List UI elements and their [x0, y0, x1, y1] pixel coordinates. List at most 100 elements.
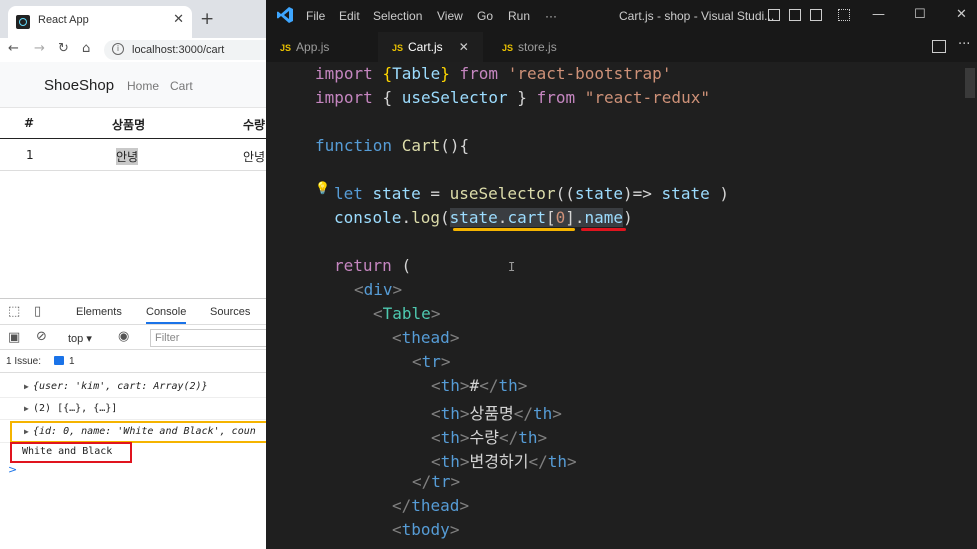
issues-label: 1 Issue:	[6, 356, 42, 367]
tab-store-js[interactable]: JS store.js	[488, 32, 571, 62]
code-line: <thead>	[392, 328, 460, 347]
more-actions-icon[interactable]: ···	[958, 37, 970, 52]
table-header-product: 상품명	[112, 118, 146, 132]
code-line: import {Table} from 'react-bootstrap'	[315, 64, 672, 83]
app-navbar: ShoeShop Home Cart	[0, 62, 266, 108]
device-toolbar-icon[interactable]: ▯	[34, 304, 41, 319]
site-info-icon[interactable]: i	[112, 43, 124, 55]
code-line: <th>상품명</th>	[431, 404, 562, 423]
maximize-icon[interactable]: ☐	[914, 7, 926, 22]
menu-file[interactable]: File	[306, 9, 325, 23]
editor-tabs: JS App.js JS Cart.js ✕ JS store.js ···	[266, 32, 977, 62]
url-input[interactable]: i localhost:3000/cart	[104, 40, 266, 60]
navbar-brand[interactable]: ShoeShop	[44, 77, 114, 94]
tab-console[interactable]: Console	[146, 306, 187, 324]
orange-underline	[453, 228, 575, 231]
js-file-icon: JS	[392, 43, 404, 53]
nav-cart-link[interactable]: Cart	[170, 79, 193, 93]
table-header-number: #	[24, 116, 35, 130]
red-underline	[581, 228, 626, 231]
clear-console-icon[interactable]: ⊘	[36, 329, 47, 344]
console-log-line[interactable]: ▶ (2) [{…}, {…}]	[0, 398, 266, 420]
code-line: let state = useSelector((state)=> state …	[334, 184, 729, 203]
issues-count: 1	[69, 356, 75, 367]
table-cell-quantity: 안녕	[243, 150, 266, 164]
devtools-tabs: ⬚ ▯ Elements Console Sources	[0, 299, 266, 325]
menu-selection[interactable]: Selection	[373, 9, 422, 23]
expand-triangle-icon[interactable]: ▶	[24, 404, 29, 413]
browser-tab[interactable]: React App ✕	[8, 6, 192, 38]
code-line: <Table>	[373, 304, 441, 323]
tab-label: store.js	[518, 40, 557, 54]
table-header-quantity: 수량	[243, 118, 266, 132]
minimize-icon[interactable]: —	[872, 7, 885, 22]
console-log-text: (2) [{…}, {…}]	[33, 403, 118, 414]
code-line: </tr>	[412, 472, 461, 491]
issues-bar[interactable]: 1 Issue: 1	[0, 351, 266, 373]
close-icon[interactable]: ✕	[173, 12, 184, 27]
code-line: </thead>	[392, 496, 470, 515]
tab-label: Cart.js	[408, 40, 443, 54]
menu-edit[interactable]: Edit	[339, 9, 360, 23]
code-line: import { useSelector } from "react-redux…	[315, 88, 710, 107]
url-text: localhost:3000/cart	[132, 44, 225, 56]
console-prompt-icon[interactable]: >	[8, 463, 17, 476]
close-tab-icon[interactable]: ✕	[459, 40, 469, 54]
context-value: top	[68, 333, 84, 345]
customize-layout-icon[interactable]	[838, 9, 850, 21]
window-title: Cart.js - shop - Visual Studi...	[619, 9, 775, 23]
code-editor[interactable]: import {Table} from 'react-bootstrap' im…	[266, 62, 977, 549]
vscode-window: File Edit Selection View Go Run ··· Cart…	[266, 0, 977, 549]
table-cell-product: 안녕	[116, 148, 139, 165]
nav-home-link[interactable]: Home	[127, 79, 159, 93]
tab-elements[interactable]: Elements	[76, 306, 122, 318]
sidebar-toggle-icon[interactable]: ▣	[8, 330, 20, 345]
menu-run[interactable]: Run	[508, 9, 530, 23]
menu-go[interactable]: Go	[477, 9, 493, 23]
console-log-text: {user: 'kim', cart: Array(2)}	[33, 381, 208, 392]
browser-window: React App ✕ + ← → ↻ ⌂ i localhost:3000/c…	[0, 0, 266, 549]
new-tab-icon[interactable]: +	[200, 9, 214, 29]
browser-tab-bar: React App ✕ +	[0, 0, 266, 38]
code-line: <th>수량</th>	[431, 428, 548, 447]
home-icon[interactable]: ⌂	[82, 41, 90, 56]
js-file-icon: JS	[280, 43, 292, 53]
react-favicon-icon	[16, 15, 30, 29]
filter-placeholder: Filter	[155, 332, 180, 344]
minimap-scrollbar[interactable]	[963, 62, 977, 549]
red-highlight-box	[10, 442, 132, 463]
table-cell-number: 1	[26, 148, 34, 162]
expand-triangle-icon[interactable]: ▶	[24, 382, 29, 391]
code-line: <tr>	[412, 352, 451, 371]
code-line: <div>	[354, 280, 403, 299]
browser-tab-title: React App	[38, 14, 89, 26]
inspect-element-icon[interactable]: ⬚	[8, 304, 20, 319]
console-filter-input[interactable]: Filter	[150, 329, 266, 347]
toggle-secondary-sidebar-icon[interactable]	[810, 9, 822, 21]
tab-sources[interactable]: Sources	[210, 306, 250, 318]
window-close-icon[interactable]: ✕	[956, 7, 967, 22]
table-header-divider	[0, 138, 266, 139]
split-editor-icon[interactable]	[932, 40, 946, 53]
vscode-logo-icon	[277, 7, 293, 23]
console-log-line[interactable]: ▶ {user: 'kim', cart: Array(2)}	[0, 376, 266, 398]
toggle-panel-icon[interactable]	[789, 9, 801, 21]
issue-message-icon	[54, 356, 64, 365]
eye-icon[interactable]: ◉	[118, 329, 129, 344]
tab-cart-js[interactable]: JS Cart.js ✕	[378, 32, 483, 62]
orange-highlight-box	[10, 421, 266, 443]
text-cursor-icon: I	[508, 260, 516, 274]
tab-app-js[interactable]: JS App.js	[266, 32, 343, 62]
back-icon[interactable]: ←	[8, 41, 19, 56]
menu-more[interactable]: ···	[545, 9, 557, 23]
context-selector[interactable]: top ▾	[68, 332, 92, 345]
toggle-sidebar-icon[interactable]	[768, 9, 780, 21]
reload-icon[interactable]: ↻	[58, 41, 69, 56]
code-line: <th>#</th>	[431, 376, 528, 395]
forward-icon[interactable]: →	[34, 41, 45, 56]
console-toolbar: ▣ ⊘ top ▾ ◉ Filter	[0, 326, 266, 350]
table-row-divider	[0, 170, 266, 171]
lightbulb-icon[interactable]: 💡	[315, 181, 330, 195]
code-line: <th>변경하기</th>	[431, 452, 577, 471]
menu-view[interactable]: View	[437, 9, 463, 23]
